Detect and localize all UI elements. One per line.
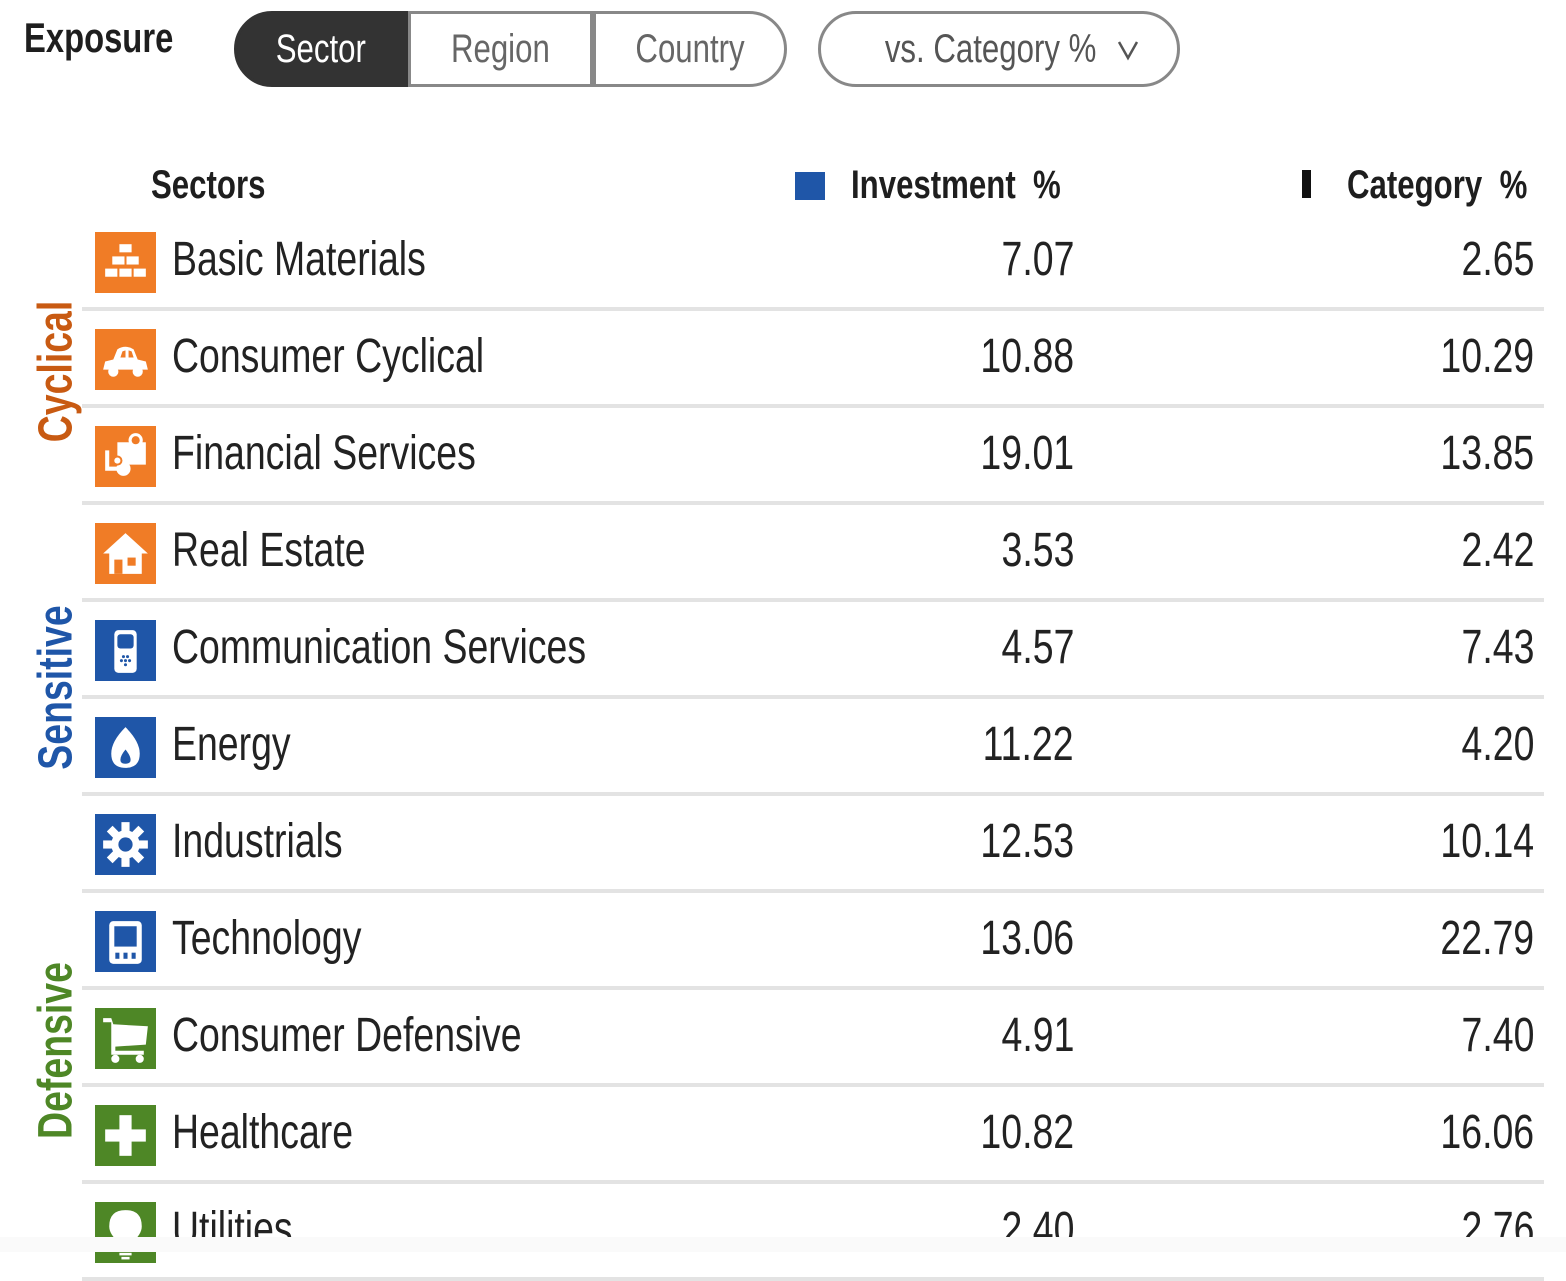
sector-name: Industrials	[172, 815, 343, 868]
category-value: 10.14	[1440, 815, 1534, 868]
category-value: 7.40	[1461, 1009, 1534, 1062]
section-title: Exposure	[24, 14, 174, 61]
investment-value: 4.91	[1001, 1009, 1074, 1062]
sector-name: Consumer Defensive	[172, 1009, 522, 1062]
tab-region[interactable]: Region	[408, 11, 593, 87]
investment-value: 7.07	[1001, 233, 1074, 286]
sector-row-healthcare[interactable]: Healthcare 10.82 16.06	[82, 1087, 1544, 1184]
investment-value: 10.82	[980, 1106, 1074, 1159]
coins-icon	[95, 426, 156, 487]
category-value: 7.43	[1461, 621, 1534, 674]
sector-row-consumer-cyclical[interactable]: Consumer Cyclical 10.88 10.29	[82, 311, 1544, 408]
car-icon	[95, 329, 156, 390]
category-value: 2.42	[1461, 524, 1534, 577]
sector-name: Technology	[172, 912, 362, 965]
column-header-investment: Investment %	[851, 163, 1061, 207]
exposure-tab-group: Sector Region Country	[234, 11, 787, 87]
column-header-sectors: Sectors	[151, 163, 266, 207]
sector-name: Consumer Cyclical	[172, 330, 485, 383]
investment-value: 3.53	[1001, 524, 1074, 577]
compare-dropdown[interactable]: vs. Category %	[818, 11, 1180, 87]
gold-bars-icon	[95, 232, 156, 293]
investment-legend-square	[795, 172, 825, 200]
group-label-defensive: Defensive	[29, 962, 83, 1139]
medical-cross-icon	[95, 1105, 156, 1166]
sector-name: Energy	[172, 718, 291, 771]
sector-name: Healthcare	[172, 1106, 354, 1159]
sector-name: Basic Materials	[172, 233, 426, 286]
chevron-down-icon	[1117, 41, 1138, 61]
mobile-phone-icon	[95, 620, 156, 681]
category-value: 2.65	[1461, 233, 1534, 286]
investment-value: 13.06	[980, 912, 1074, 965]
category-value: 10.29	[1440, 330, 1534, 383]
group-label-cyclical: Cyclical	[29, 300, 83, 443]
category-legend-bar	[1302, 170, 1311, 198]
sector-name: Financial Services	[172, 427, 476, 480]
sector-row-real-estate[interactable]: Real Estate 3.53 2.42	[82, 505, 1544, 602]
light-bulb-icon	[95, 1202, 156, 1263]
sector-row-technology[interactable]: Technology 13.06 22.79	[82, 893, 1544, 990]
tab-country[interactable]: Country	[593, 11, 787, 87]
group-label-sensitive: Sensitive	[29, 605, 83, 771]
column-header-category: Category %	[1347, 163, 1528, 207]
footer-strip	[0, 1237, 1566, 1252]
sector-row-communication-services[interactable]: Communication Services 4.57 7.43	[82, 602, 1544, 699]
sector-row-industrials[interactable]: Industrials 12.53 10.14	[82, 796, 1544, 893]
investment-value: 4.57	[1001, 621, 1074, 674]
category-value: 16.06	[1440, 1106, 1534, 1159]
sector-table: Basic Materials 7.07 2.65 Consumer Cycli…	[82, 214, 1544, 1281]
investment-value: 11.22	[983, 718, 1074, 771]
sector-name: Communication Services	[172, 621, 587, 674]
category-value: 4.20	[1461, 718, 1534, 771]
sector-name: Real Estate	[172, 524, 366, 577]
tab-sector[interactable]: Sector	[234, 11, 408, 87]
shopping-cart-icon	[95, 1008, 156, 1069]
sector-row-financial-services[interactable]: Financial Services 19.01 13.85	[82, 408, 1544, 505]
flame-icon	[95, 717, 156, 778]
category-value: 13.85	[1440, 427, 1534, 480]
sector-row-consumer-defensive[interactable]: Consumer Defensive 4.91 7.40	[82, 990, 1544, 1087]
sector-row-basic-materials[interactable]: Basic Materials 7.07 2.65	[82, 214, 1544, 311]
investment-value: 10.88	[980, 330, 1074, 383]
sector-row-energy[interactable]: Energy 11.22 4.20	[82, 699, 1544, 796]
compare-dropdown-value: vs. Category %	[885, 26, 1097, 71]
category-value: 22.79	[1440, 912, 1534, 965]
computer-terminal-icon	[95, 911, 156, 972]
investment-value: 19.01	[980, 427, 1074, 480]
gear-icon	[95, 814, 156, 875]
house-icon	[95, 523, 156, 584]
investment-value: 12.53	[980, 815, 1074, 868]
sector-row-utilities[interactable]: Utilities 2.40 2.76	[82, 1184, 1544, 1281]
